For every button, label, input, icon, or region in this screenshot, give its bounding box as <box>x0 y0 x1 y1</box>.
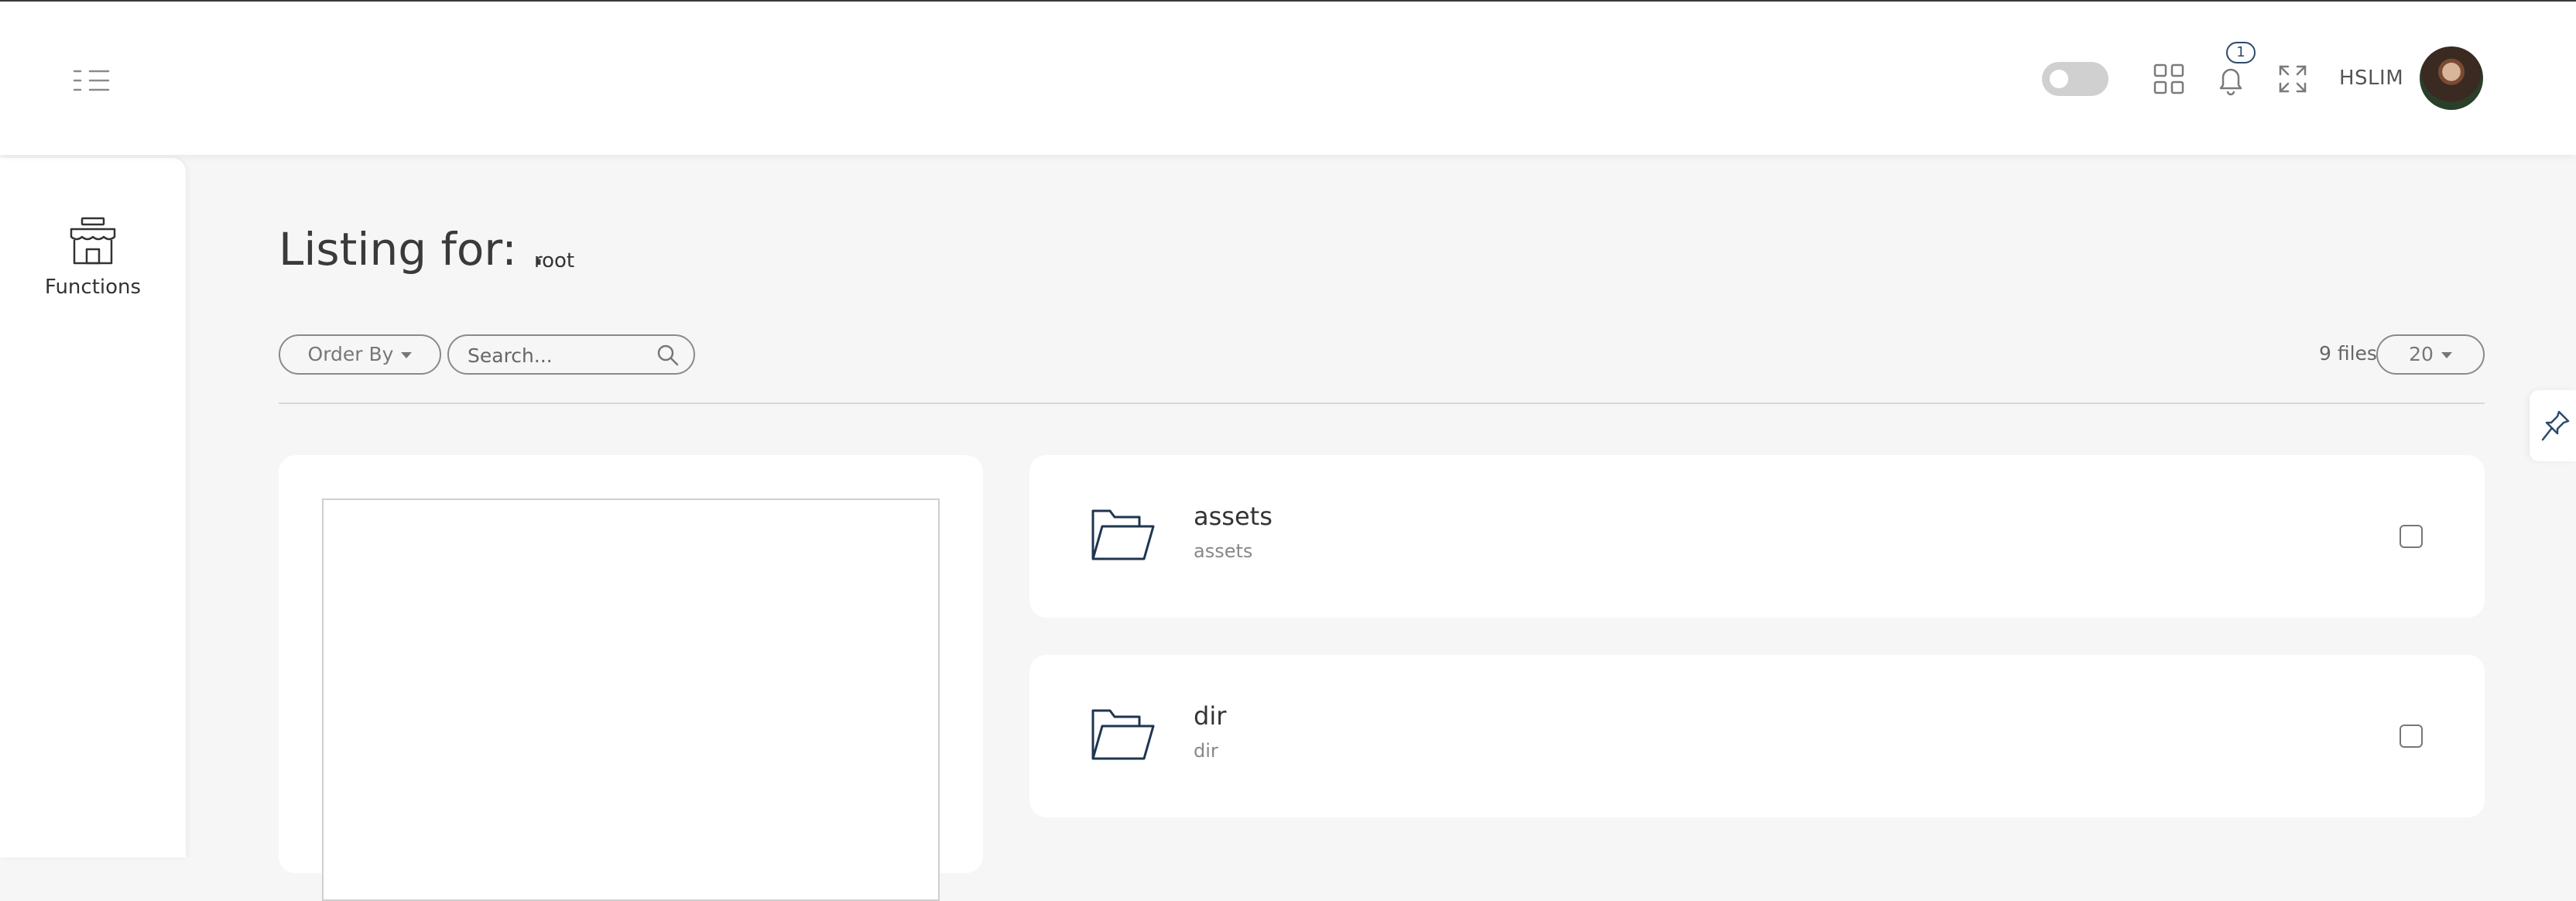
file-checkbox[interactable] <box>2400 525 2423 548</box>
username-label[interactable]: HSLIM <box>2339 67 2403 90</box>
chevron-down-icon <box>401 352 413 358</box>
customizer-tab[interactable] <box>2530 390 2576 461</box>
search-box[interactable] <box>447 334 695 375</box>
sidebar-item-functions[interactable]: Functions <box>0 217 186 299</box>
file-card[interactable]: assets assets <box>1029 455 2485 618</box>
order-by-label: Order By <box>307 343 394 365</box>
search-icon[interactable] <box>656 344 680 367</box>
file-subtitle: dir <box>1194 740 1218 762</box>
folder-icon <box>1091 509 1155 560</box>
page-size-value: 20 <box>2409 343 2434 365</box>
order-by-dropdown[interactable]: Order By <box>279 334 441 375</box>
file-name[interactable]: assets <box>1194 502 1273 531</box>
top-bar: 1 HSLIM <box>0 0 2576 155</box>
shop-icon <box>70 217 116 265</box>
pin-icon <box>2541 410 2570 441</box>
avatar[interactable] <box>2420 46 2483 110</box>
preview-frame <box>322 498 940 901</box>
folder-icon <box>1091 709 1155 760</box>
page-size-dropdown[interactable]: 20 <box>2376 334 2485 375</box>
file-checkbox[interactable] <box>2400 725 2423 748</box>
search-input[interactable] <box>466 342 647 368</box>
apps-grid-icon[interactable] <box>2152 62 2186 96</box>
sidebar-item-label: Functions <box>44 276 142 299</box>
page-title: Listing for: . <box>279 223 546 276</box>
fullscreen-icon[interactable] <box>2276 62 2310 96</box>
toggle-knob <box>2050 70 2068 88</box>
theme-toggle-switch[interactable] <box>2042 62 2108 96</box>
chevron-down-icon <box>2441 352 2452 358</box>
sidebar: Functions <box>0 158 186 858</box>
file-count: 9 files <box>2319 342 2377 365</box>
preview-card <box>279 455 983 901</box>
menu-toggle-icon[interactable] <box>73 67 111 94</box>
file-subtitle: assets <box>1194 540 1253 562</box>
toolbar-divider <box>279 403 2485 404</box>
file-card[interactable]: dir dir <box>1029 655 2485 817</box>
path-label: root <box>534 249 575 272</box>
notification-badge: 1 <box>2226 42 2256 63</box>
bell-icon[interactable] <box>2214 62 2248 96</box>
file-name[interactable]: dir <box>1194 701 1226 731</box>
